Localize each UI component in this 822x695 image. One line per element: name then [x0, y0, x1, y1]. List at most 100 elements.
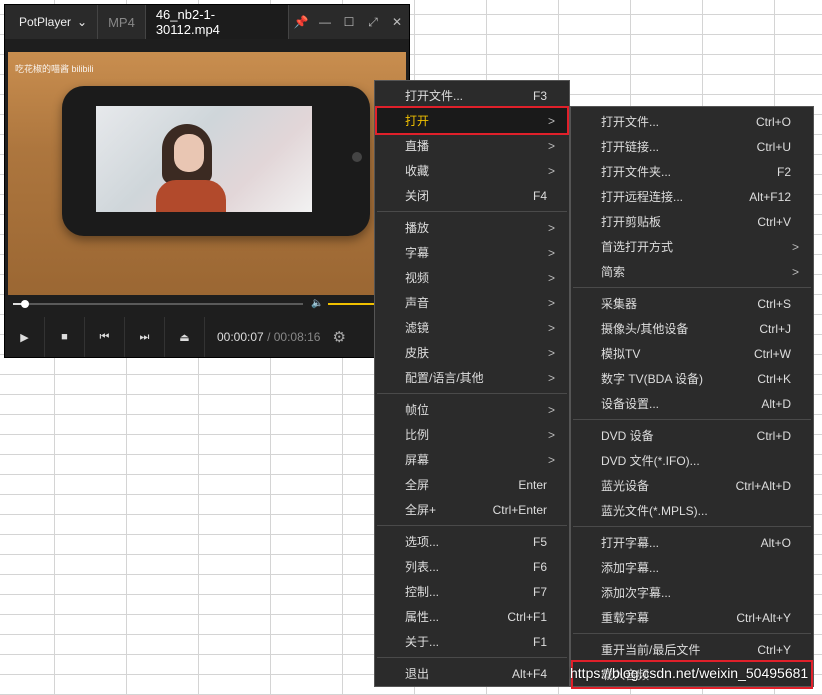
play-icon[interactable]: ▶: [5, 317, 45, 357]
menu-item[interactable]: 视频 >: [377, 265, 567, 290]
menu-item-label: DVD 设备: [601, 429, 654, 443]
menu-item[interactable]: 打开文件夹... F2: [573, 159, 811, 184]
next-icon[interactable]: ⏭: [125, 317, 165, 357]
pin-icon[interactable]: 📌: [289, 5, 313, 39]
menu-item[interactable]: 选项... F5: [377, 529, 567, 554]
menu-item-label: 打开链接...: [601, 140, 660, 154]
menu-item-label: 添加次字幕...: [601, 586, 672, 600]
maximize-icon[interactable]: ☐: [337, 5, 361, 39]
menu-item[interactable]: 打开字幕... Alt+O: [573, 530, 811, 555]
menu-item[interactable]: 模拟TV Ctrl+W: [573, 341, 811, 366]
menu-item-label: 打开字幕...: [601, 536, 660, 550]
chevron-right-icon: >: [547, 163, 555, 178]
menu-item-label: 声音: [405, 296, 430, 310]
menu-item-label: 打开远程连接...: [601, 190, 684, 204]
menu-item[interactable]: 打开文件... Ctrl+O: [573, 109, 811, 134]
menu-item[interactable]: 播放 >: [377, 215, 567, 240]
menu-item-label: 属性...: [405, 610, 440, 624]
fullscreen-icon[interactable]: ⤢: [361, 5, 385, 39]
menu-item-label: 字幕: [405, 246, 430, 260]
menu-item[interactable]: 采集器 Ctrl+S: [573, 291, 811, 316]
menu-item[interactable]: 属性... Ctrl+F1: [377, 604, 567, 629]
chevron-right-icon: >: [547, 245, 555, 260]
menu-item[interactable]: 设备设置... Alt+D: [573, 391, 811, 416]
menu-item-label: 打开文件...: [405, 89, 464, 103]
menu-item-label: 摄像头/其他设备: [601, 322, 689, 336]
eject-icon[interactable]: ⏏: [165, 317, 205, 357]
chevron-right-icon: >: [547, 370, 555, 385]
menu-item-shortcut: Ctrl+O: [755, 114, 791, 129]
gear-icon[interactable]: ⚙: [332, 328, 345, 346]
menu-item-label: 添加字幕...: [601, 561, 660, 575]
menu-separator: [573, 419, 811, 420]
menu-separator: [573, 287, 811, 288]
menu-item[interactable]: 全屏 Enter: [377, 472, 567, 497]
menu-item-shortcut: Ctrl+K: [757, 371, 791, 386]
menu-item-label: 收藏: [405, 164, 430, 178]
menu-item-shortcut: F1: [532, 634, 547, 649]
close-icon[interactable]: ✕: [385, 5, 409, 39]
menu-item-label: 设备设置...: [601, 397, 660, 411]
menu-item[interactable]: 打开文件... F3: [377, 83, 567, 108]
tab-format[interactable]: MP4: [98, 5, 146, 39]
menu-item-label: DVD 文件(*.IFO)...: [601, 454, 700, 468]
menu-item-shortcut: Ctrl+D: [756, 428, 791, 443]
menu-separator: [377, 393, 567, 394]
menu-item[interactable]: 关于... F1: [377, 629, 567, 654]
time-display: 00:00:07 / 00:08:16: [217, 330, 320, 344]
menu-item[interactable]: 打开链接... Ctrl+U: [573, 134, 811, 159]
menu-item[interactable]: 摄像头/其他设备 Ctrl+J: [573, 316, 811, 341]
menu-item[interactable]: 声音 >: [377, 290, 567, 315]
stop-icon[interactable]: ■: [45, 317, 85, 357]
menu-item[interactable]: 比例 >: [377, 422, 567, 447]
menu-item[interactable]: 全屏+ Ctrl+Enter: [377, 497, 567, 522]
menu-item[interactable]: DVD 设备 Ctrl+D: [573, 423, 811, 448]
menu-separator: [377, 657, 567, 658]
menu-item-label: 配置/语言/其他: [405, 371, 484, 385]
menu-item-label: 比例: [405, 428, 430, 442]
menu-item[interactable]: 关闭 F4: [377, 183, 567, 208]
menu-item[interactable]: 数字 TV(BDA 设备) Ctrl+K: [573, 366, 811, 391]
menu-item[interactable]: 皮肤 >: [377, 340, 567, 365]
menu-item[interactable]: 打开 >: [375, 106, 569, 135]
volume-bar[interactable]: [328, 303, 378, 305]
menu-item[interactable]: 蓝光设备 Ctrl+Alt+D: [573, 473, 811, 498]
menu-item-shortcut: Ctrl+Alt+D: [735, 478, 791, 493]
menu-item-label: 模拟TV: [601, 347, 641, 361]
menu-item-shortcut: Alt+F12: [749, 189, 791, 204]
menu-item-shortcut: F5: [532, 534, 547, 549]
menu-item[interactable]: 字幕 >: [377, 240, 567, 265]
app-name: PotPlayer: [19, 15, 72, 29]
menu-item[interactable]: 滤镜 >: [377, 315, 567, 340]
menu-item[interactable]: 屏幕 >: [377, 447, 567, 472]
chevron-right-icon: >: [791, 264, 799, 279]
menu-item[interactable]: 打开远程连接... Alt+F12: [573, 184, 811, 209]
menu-item[interactable]: 列表... F6: [377, 554, 567, 579]
menu-item[interactable]: 帧位 >: [377, 397, 567, 422]
menu-item-label: 视频: [405, 271, 430, 285]
menu-item[interactable]: 直播 >: [377, 133, 567, 158]
menu-item[interactable]: 添加字幕...: [573, 555, 811, 580]
seek-bar[interactable]: [13, 300, 303, 308]
volume-icon[interactable]: 🔈: [311, 298, 323, 309]
menu-item[interactable]: 配置/语言/其他 >: [377, 365, 567, 390]
menu-item[interactable]: 重开当前/最后文件 Ctrl+Y: [573, 637, 811, 662]
video-area[interactable]: 吃花椒的喵酱 bilibili: [8, 52, 406, 295]
menu-item[interactable]: 收藏 >: [377, 158, 567, 183]
menu-item[interactable]: 打开剪贴板 Ctrl+V: [573, 209, 811, 234]
menu-item[interactable]: 控制... F7: [377, 579, 567, 604]
menu-item[interactable]: 重载字幕 Ctrl+Alt+Y: [573, 605, 811, 630]
app-menu-button[interactable]: PotPlayer ⌄: [5, 5, 99, 39]
menu-item[interactable]: 简索 >: [573, 259, 811, 284]
menu-item[interactable]: 添加次字幕...: [573, 580, 811, 605]
watermark-credit: https://blog.csdn.net/weixin_50495681: [570, 665, 809, 681]
menu-item[interactable]: 退出 Alt+F4: [377, 661, 567, 686]
previous-icon[interactable]: ⏮: [85, 317, 125, 357]
tab-file[interactable]: 46_nb2-1-30112.mp4: [145, 5, 289, 39]
minimize-icon[interactable]: —: [313, 5, 337, 39]
seek-handle[interactable]: [20, 300, 29, 308]
menu-item[interactable]: 首选打开方式 >: [573, 234, 811, 259]
menu-item-label: 屏幕: [405, 453, 430, 467]
menu-item[interactable]: 蓝光文件(*.MPLS)...: [573, 498, 811, 523]
menu-item[interactable]: DVD 文件(*.IFO)...: [573, 448, 811, 473]
